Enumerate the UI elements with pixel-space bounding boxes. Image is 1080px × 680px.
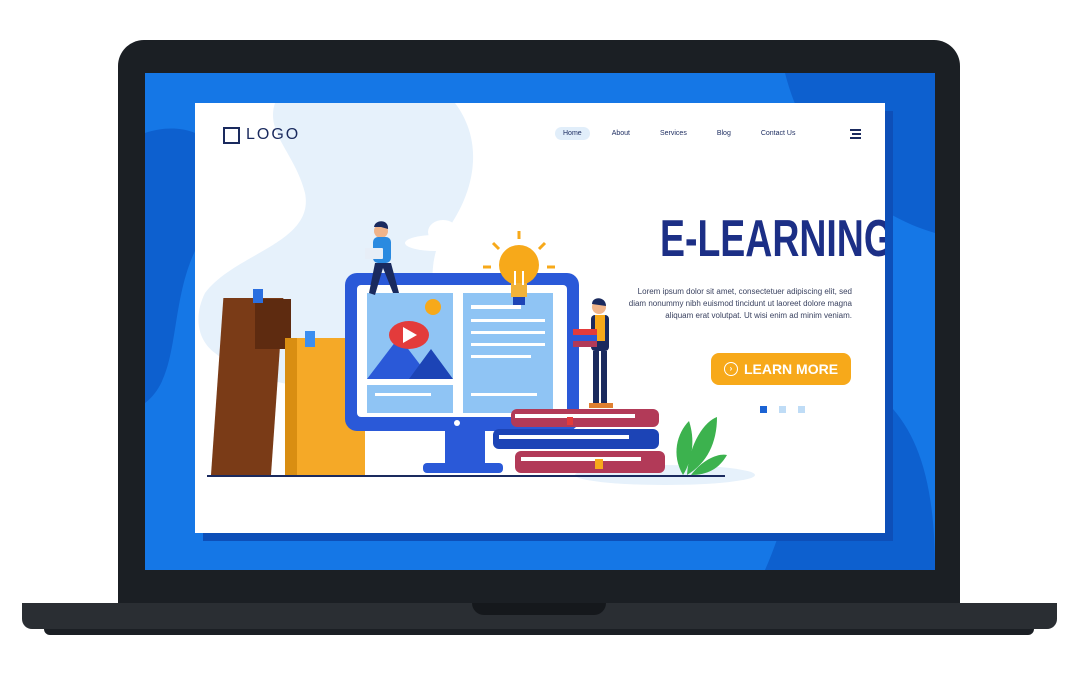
carousel-dots <box>760 406 805 413</box>
book-stack-right <box>493 409 665 473</box>
nav-home[interactable]: Home <box>555 127 590 140</box>
logo-square-icon <box>223 126 240 144</box>
nav-about[interactable]: About <box>604 127 638 140</box>
laptop-notch <box>472 603 606 615</box>
logo[interactable]: LOGO <box>223 126 300 144</box>
main-nav: Home About Services Blog Contact Us <box>555 127 817 140</box>
learn-more-button[interactable]: › LEARN MORE <box>711 353 851 385</box>
hero-description: Lorem ipsum dolor sit amet, consectetuer… <box>628 287 852 320</box>
nav-contact-us[interactable]: Contact Us <box>753 127 804 140</box>
carousel-dot[interactable] <box>779 406 786 413</box>
chevron-right-circle-icon: › <box>723 362 738 376</box>
nav-blog[interactable]: Blog <box>709 127 739 140</box>
logo-text: LOGO <box>246 126 301 143</box>
laptop-base-shadow <box>44 629 1034 635</box>
nav-services[interactable]: Services <box>652 127 695 140</box>
hero-title: E-LEARNING <box>660 210 885 268</box>
carousel-dot[interactable] <box>760 406 767 413</box>
learn-more-label: LEARN MORE <box>743 361 839 377</box>
landing-page: LOGO Home About Services Blog Contact Us… <box>195 103 885 533</box>
cloud-left <box>245 180 301 215</box>
plant <box>676 417 727 475</box>
carousel-dot[interactable] <box>798 406 805 413</box>
hamburger-icon[interactable] <box>850 129 861 139</box>
